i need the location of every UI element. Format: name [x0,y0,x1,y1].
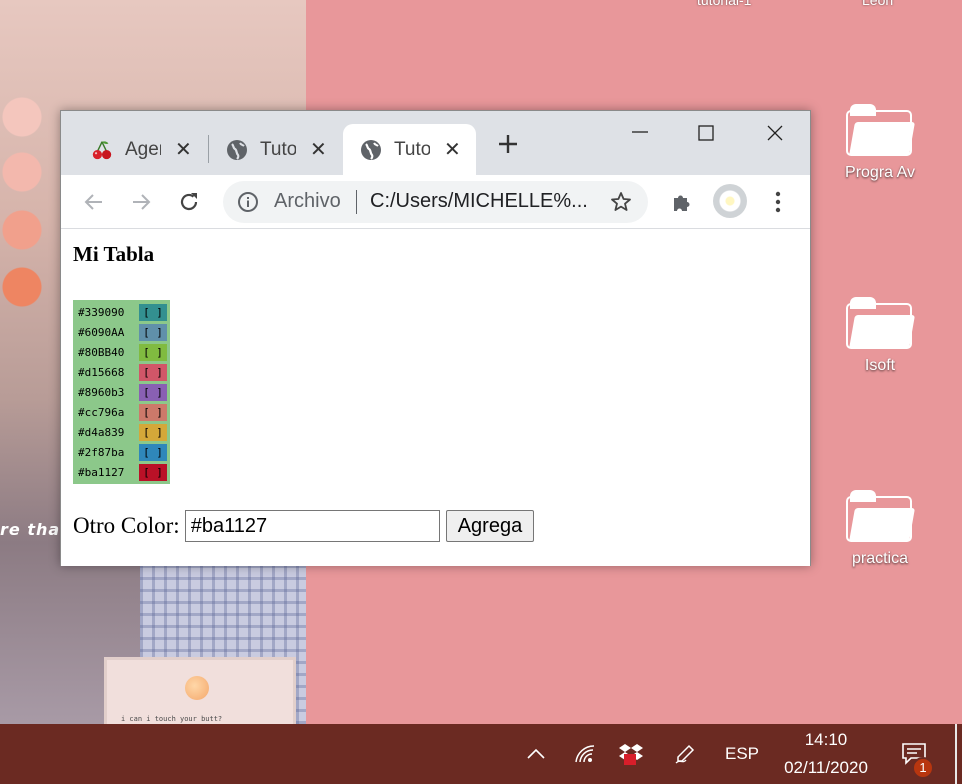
color-swatch: [ ] [139,443,167,461]
globe-icon [360,139,382,161]
tab-tutorial-active[interactable]: Tuto ✕ [343,124,476,175]
color-swatch: [ ] [139,303,167,321]
tab-title: Tuto [260,138,296,160]
notification-badge: 1 [912,757,934,779]
show-hidden-icons-chevron-icon[interactable] [518,724,554,784]
globe-icon [226,139,248,161]
wifi-icon[interactable] [568,724,602,784]
color-hex-label: #d4a839 [78,425,125,439]
color-hex-label: #d15668 [78,365,125,379]
wallpaper-text: re tha [0,520,61,539]
color-row: #ba1127 [ ] [75,462,168,482]
back-button[interactable] [79,187,109,217]
desktop-icon-label: Isoft [864,357,896,374]
close-tab-icon[interactable]: ✕ [310,140,327,160]
color-swatch: [ ] [139,383,167,401]
color-swatch: [ ] [139,343,167,361]
color-hex-label: #80BB40 [78,345,125,359]
color-row: #2f87ba [ ] [75,442,168,462]
clock-date: 02/11/2020 [784,758,868,777]
color-row: #339090 [ ] [75,302,168,322]
color-row: #6090AA [ ] [75,322,168,342]
cherry-icon [91,139,113,161]
agrega-button[interactable]: Agrega [445,510,535,542]
wallpaper-note: i can i touch your butt? [121,715,223,723]
new-tab-button[interactable] [497,131,519,161]
clock[interactable]: 14:10 02/11/2020 [772,724,880,784]
omnibox-divider [356,190,357,214]
color-input[interactable] [184,510,440,542]
info-icon[interactable] [237,191,259,219]
color-input-label: Otro Color: [73,513,180,538]
page-content: Mi Tabla #339090[ ] #6090AA[ ] #80BB40[ ] #… [61,230,810,566]
language-indicator[interactable]: ESP [718,724,766,784]
color-form: Otro Color: Agrega [73,510,535,542]
folder-icon [846,297,915,349]
wallpaper-card: i can i touch your butt? [104,657,296,724]
color-table: #339090 [ ] #6090AA [ ] #80BB40 [ ] #d15668 [ ]… [73,300,170,484]
tab-divider [208,135,209,163]
color-swatch: [ ] [139,363,167,381]
color-swatch: [ ] [139,463,167,481]
page-title: Mi Tabla [73,242,155,266]
folder-icon [846,104,915,156]
address-bar[interactable]: Archivo C:/Users/MICHELLE%... [223,181,648,223]
color-hex-label: #339090 [78,305,125,319]
show-desktop-button[interactable] [955,724,957,784]
folder-icon [846,490,915,542]
maximize-button[interactable] [698,125,714,146]
color-row: #d15668 [ ] [75,362,168,382]
desktop-icon-label-cut[interactable]: Leon [862,0,893,8]
taskbar: ESP 14:10 02/11/2020 1 [0,724,962,784]
bookmark-star-icon[interactable] [609,190,633,220]
color-swatch: [ ] [139,323,167,341]
tab-title: Tuto [394,138,430,160]
profile-avatar[interactable] [713,184,747,218]
desktop-icon-label: Progra Av [845,164,915,181]
tab-title: Agen [125,138,161,160]
desktop-icon-label-cut[interactable]: tutorial-1 [697,0,751,8]
menu-kebab-icon[interactable] [763,187,793,217]
color-hex-label: #2f87ba [78,445,125,459]
color-row: #8960b3 [ ] [75,382,168,402]
color-swatch: [ ] [139,403,167,421]
color-hex-label: #ba1127 [78,465,125,479]
tab-strip: Agen ✕ Tuto ✕ Tuto [61,111,810,175]
color-hex-label: #cc796a [78,405,125,419]
minimize-button[interactable] [630,123,650,144]
close-tab-icon[interactable]: ✕ [444,140,461,160]
desktop-icon-practica[interactable]: practica [825,490,935,568]
color-hex-label: #6090AA [78,325,125,339]
color-row: #d4a839 [ ] [75,422,168,442]
browser-toolbar: Archivo C:/Users/MICHELLE%... [61,175,810,229]
color-row: #80BB40 [ ] [75,342,168,362]
clock-time: 14:10 [804,730,848,749]
reload-button[interactable] [174,187,204,217]
tab-tutorial[interactable]: Tuto ✕ [226,124,327,175]
close-window-button[interactable] [767,125,783,146]
url-text[interactable]: C:/Users/MICHELLE%... [370,190,610,213]
desktop-icon-label: practica [851,550,909,567]
close-tab-icon[interactable]: ✕ [175,140,192,160]
tab-agenda[interactable]: Agen ✕ [91,124,192,175]
desktop-icon-progra-av[interactable]: Progra Av [825,104,935,182]
desktop-icon-isoft[interactable]: Isoft [825,297,935,375]
security-label: Archivo [274,190,341,212]
color-swatch: [ ] [139,423,167,441]
dropbox-icon[interactable] [614,724,648,784]
color-row: #cc796a [ ] [75,402,168,422]
forward-button[interactable] [126,187,156,217]
color-hex-label: #8960b3 [78,385,125,399]
extensions-puzzle-icon[interactable] [666,187,696,217]
browser-window: Agen ✕ Tuto ✕ Tuto [60,110,811,566]
pen-workspace-icon[interactable] [668,724,702,784]
peach-icon [185,676,209,700]
